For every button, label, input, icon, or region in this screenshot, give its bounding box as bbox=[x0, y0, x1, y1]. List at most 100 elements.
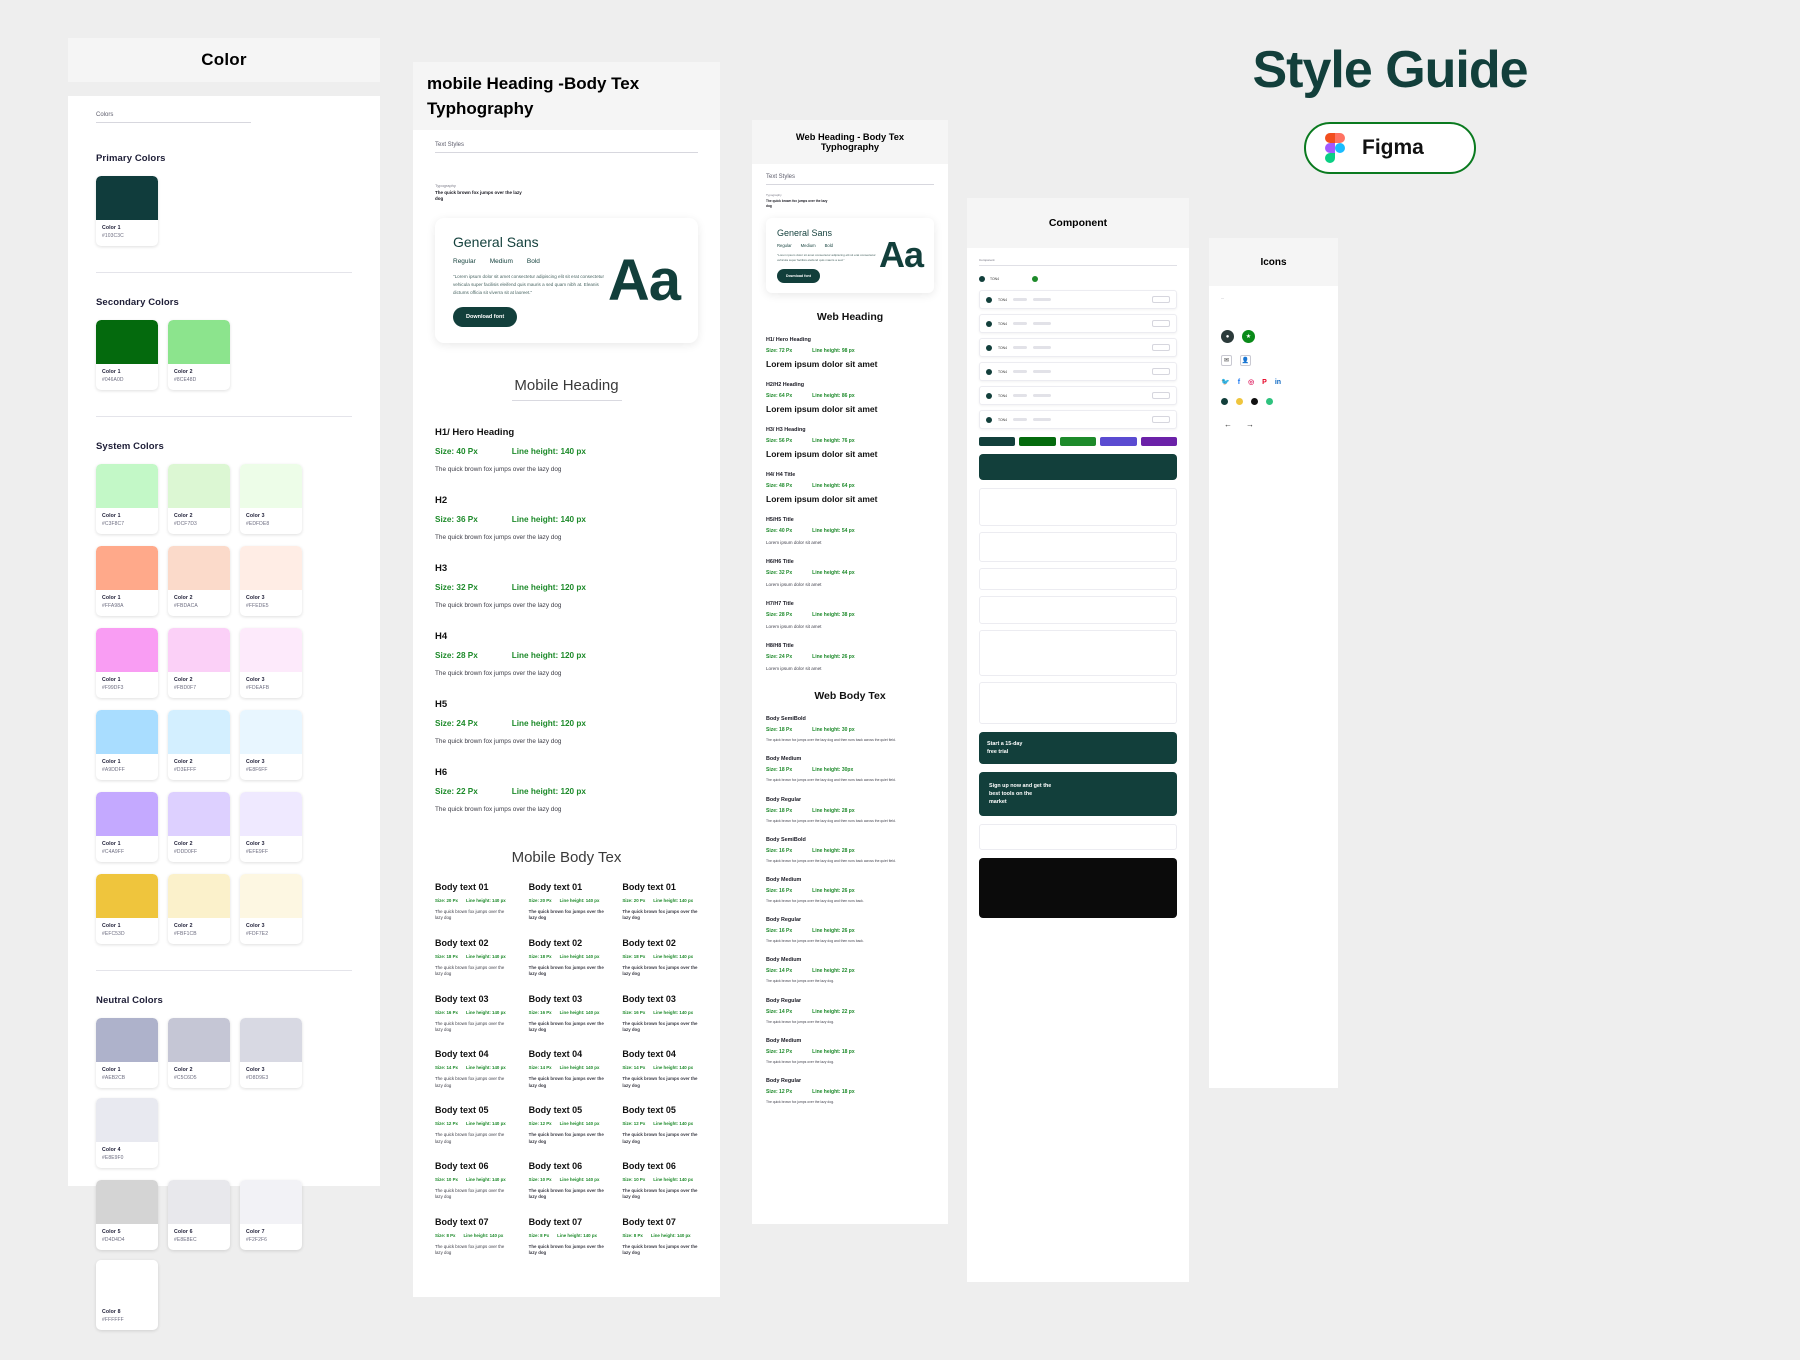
color-swatch[interactable]: Color 2 #FBDACA bbox=[168, 546, 230, 616]
color-swatch[interactable]: Color 1 #FFA98A bbox=[96, 546, 158, 616]
type-spec-block: H2 Size: 36 Px Line height: 140 px The q… bbox=[435, 495, 698, 543]
figma-badge[interactable]: Figma bbox=[1304, 122, 1476, 174]
instagram-icon[interactable]: ◎ bbox=[1248, 378, 1254, 386]
component-row[interactable]: TON4 bbox=[979, 290, 1177, 309]
color-swatch[interactable]: Color 1 #EFC53D bbox=[96, 874, 158, 944]
color-swatch[interactable]: Color 3 #EFE9FF bbox=[240, 792, 302, 862]
component-row-label: TON4 bbox=[998, 394, 1007, 398]
star-green-icon[interactable]: ★ bbox=[1242, 330, 1255, 343]
facebook-icon[interactable]: f bbox=[1238, 379, 1240, 386]
download-font-button[interactable]: Download font bbox=[777, 269, 820, 283]
type-name: H8/H8 Title bbox=[766, 643, 934, 649]
body-text-line-height: Line height: 140 px bbox=[651, 1233, 691, 1238]
download-font-button[interactable]: Download font bbox=[453, 307, 517, 327]
color-name: Color 8 bbox=[102, 1309, 152, 1315]
dot-teal-icon[interactable] bbox=[1221, 398, 1228, 405]
sample-button[interactable] bbox=[1019, 437, 1055, 446]
color-hex: #D4D4D4 bbox=[102, 1237, 152, 1243]
row-action-button[interactable] bbox=[1152, 392, 1170, 399]
color-name: Color 2 bbox=[174, 677, 224, 683]
color-chip bbox=[240, 792, 302, 836]
color-swatch[interactable]: Color 2 #C5C6D5 bbox=[168, 1018, 230, 1088]
body-text-line-height: Line height: 18 px bbox=[812, 1049, 855, 1055]
component-row[interactable]: TON4 bbox=[979, 362, 1177, 381]
color-swatch[interactable]: Color 3 #E8F6FF bbox=[240, 710, 302, 780]
mail-icon[interactable]: ✉ bbox=[1221, 355, 1232, 366]
component-row-label: TON4 bbox=[990, 277, 999, 281]
web-heading-section-title: Web Heading bbox=[766, 311, 934, 323]
body-text-line-height: Line height: 28 px bbox=[812, 808, 855, 814]
color-swatch[interactable]: Color 7 #F2F2F6 bbox=[240, 1180, 302, 1250]
color-swatch[interactable]: Color 1 #046A0D bbox=[96, 320, 158, 390]
arrow-right-icon[interactable]: → bbox=[1243, 417, 1257, 431]
color-swatch[interactable]: Color 4 #E8E9F0 bbox=[96, 1098, 158, 1168]
color-hex: #FDEAFB bbox=[246, 685, 296, 691]
color-swatch[interactable]: Color 1 #AEB2CB bbox=[96, 1018, 158, 1088]
row-action-button[interactable] bbox=[1152, 368, 1170, 375]
color-swatch[interactable]: Color 1 #103C3C bbox=[96, 176, 158, 246]
color-swatch[interactable]: Color 6 #E8E8EC bbox=[168, 1180, 230, 1250]
color-swatch[interactable]: Color 2 #DDD0FF bbox=[168, 792, 230, 862]
color-swatch[interactable]: Color 2 #8CE48D bbox=[168, 320, 230, 390]
body-text-sample: The quick brown fox jumps over the lazy … bbox=[622, 1076, 698, 1089]
row-action-button[interactable] bbox=[1152, 320, 1170, 327]
row-action-button[interactable] bbox=[1152, 344, 1170, 351]
twitter-icon[interactable]: 🐦 bbox=[1221, 378, 1230, 386]
color-swatch[interactable]: Color 2 #FBF1CB bbox=[168, 874, 230, 944]
body-text-size: Size: 16 Px bbox=[766, 928, 792, 934]
dot-black-icon[interactable] bbox=[1251, 398, 1258, 405]
component-row[interactable]: TON4 bbox=[979, 386, 1177, 405]
sample-button[interactable] bbox=[1100, 437, 1136, 446]
color-swatch[interactable]: Color 3 #FDF7E2 bbox=[240, 874, 302, 944]
color-swatch[interactable]: Color 1 #A9DDFF bbox=[96, 710, 158, 780]
color-swatch[interactable]: Color 5 #D4D4D4 bbox=[96, 1180, 158, 1250]
pinterest-icon[interactable]: P bbox=[1262, 379, 1267, 386]
font-name: General Sans bbox=[453, 234, 608, 250]
color-swatch[interactable]: Color 1 #F99DF3 bbox=[96, 628, 158, 698]
color-group-title: Neutral Colors bbox=[96, 995, 352, 1006]
placeholder-bar bbox=[1033, 298, 1051, 301]
component-row[interactable]: TON4 bbox=[979, 338, 1177, 357]
color-swatch[interactable]: Color 3 #FFEDE5 bbox=[240, 546, 302, 616]
sample-button[interactable] bbox=[979, 437, 1015, 446]
row-action-button[interactable] bbox=[1152, 416, 1170, 423]
body-text-name: Body text 03 bbox=[435, 994, 511, 1004]
color-name: Color 3 bbox=[246, 923, 296, 929]
color-swatch[interactable]: Color 1 #C3F8C7 bbox=[96, 464, 158, 534]
component-section-tag: Component bbox=[979, 258, 1177, 262]
component-row[interactable]: TON4 bbox=[979, 410, 1177, 429]
user-badge-icon[interactable]: 👤 bbox=[1240, 355, 1251, 366]
color-name: Color 7 bbox=[246, 1229, 296, 1235]
icons-frame-title: Icons bbox=[1209, 238, 1338, 286]
type-name: H6 bbox=[435, 767, 698, 778]
promo-card[interactable]: Start a 15-day free trial bbox=[979, 732, 1177, 764]
color-swatch[interactable]: Color 2 #FBD0F7 bbox=[168, 628, 230, 698]
linkedin-icon[interactable]: in bbox=[1275, 379, 1281, 386]
color-swatch[interactable]: Color 2 #DCF7D3 bbox=[168, 464, 230, 534]
color-swatch[interactable]: Color 1 #C4A9FF bbox=[96, 792, 158, 862]
dot-amber-icon[interactable] bbox=[1236, 398, 1243, 405]
color-swatch[interactable]: Color 3 #D8D9E3 bbox=[240, 1018, 302, 1088]
dot-green-icon[interactable] bbox=[1266, 398, 1273, 405]
color-hex: #A9DDFF bbox=[102, 767, 152, 773]
row-action-button[interactable] bbox=[1152, 296, 1170, 303]
body-text-name: Body text 05 bbox=[435, 1105, 511, 1115]
arrow-left-icon[interactable]: ← bbox=[1221, 417, 1235, 431]
color-chip bbox=[240, 874, 302, 918]
body-text-block: Body Regular Size: 12 Px Line height: 18… bbox=[766, 1078, 934, 1105]
color-swatch[interactable]: Color 2 #D3EFFF bbox=[168, 710, 230, 780]
color-swatch[interactable]: Color 3 #EDFDE8 bbox=[240, 464, 302, 534]
component-row[interactable]: TON4 bbox=[979, 314, 1177, 333]
sample-button[interactable] bbox=[1060, 437, 1096, 446]
sample-button[interactable] bbox=[1141, 437, 1177, 446]
color-swatch[interactable]: Color 3 #FDEAFB bbox=[240, 628, 302, 698]
color-swatch[interactable]: Color 8 #FFFFFF bbox=[96, 1260, 158, 1330]
color-frame-body: Colors Primary Colors Color 1 #103C3C Se… bbox=[68, 96, 380, 1186]
body-text-column: Body text 01 Size: 20 Px Line height: 14… bbox=[529, 882, 605, 1273]
signup-card[interactable]: Sign up now and get the best tools on th… bbox=[979, 772, 1177, 816]
bullet-icon bbox=[986, 345, 992, 351]
typography-sub-label: Typography bbox=[435, 183, 698, 188]
body-text-name: Body text 01 bbox=[529, 882, 605, 892]
avatar-dark-icon[interactable]: ● bbox=[1221, 330, 1234, 343]
body-text-line-height: Line height: 140 px bbox=[466, 1065, 506, 1070]
